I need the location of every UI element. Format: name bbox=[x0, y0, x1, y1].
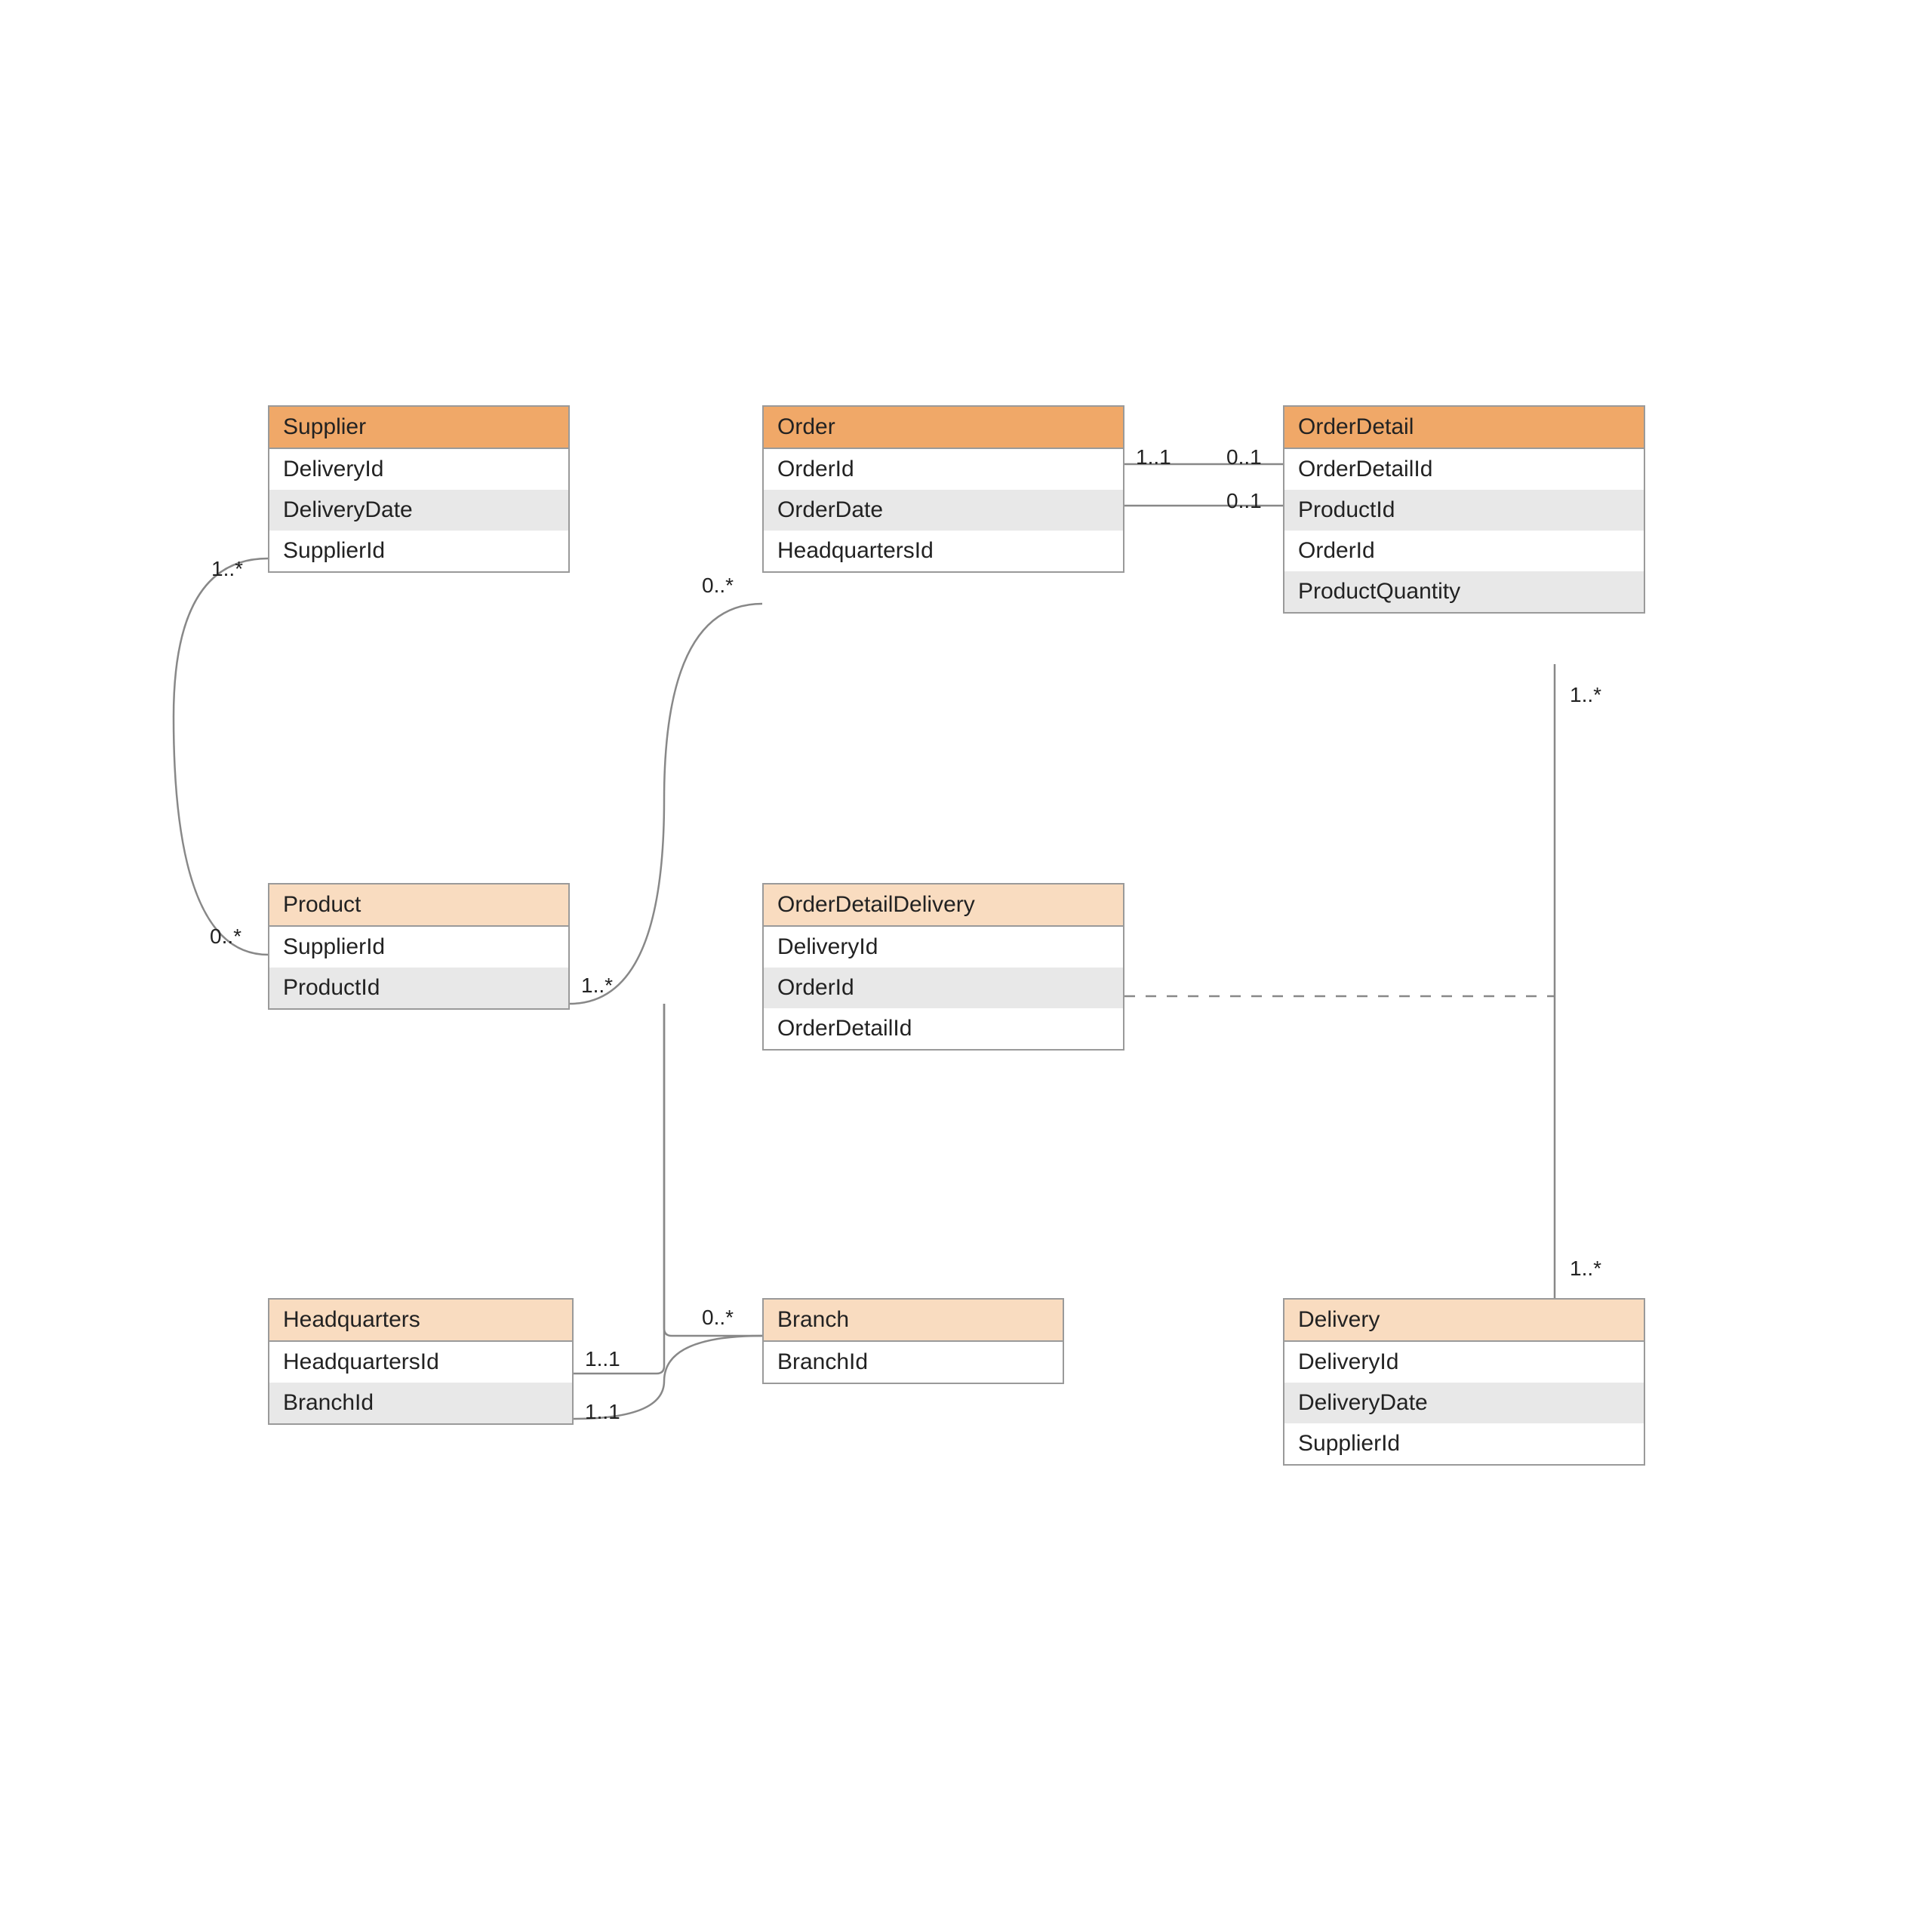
multiplicity-label: 1..* bbox=[1570, 683, 1601, 707]
multiplicity-label: 1..* bbox=[581, 974, 613, 998]
multiplicity-label: 1..* bbox=[1570, 1257, 1601, 1281]
entity-orderdetail: OrderDetail OrderDetailId ProductId Orde… bbox=[1283, 405, 1645, 614]
entity-attr: DeliveryId bbox=[1284, 1342, 1644, 1383]
entity-attr: OrderDetailId bbox=[764, 1008, 1123, 1049]
entity-attr: DeliveryDate bbox=[269, 490, 568, 531]
entity-attr: OrderId bbox=[764, 449, 1123, 490]
entity-attr: OrderId bbox=[764, 968, 1123, 1008]
entity-title: Order bbox=[764, 407, 1123, 449]
entity-attr: OrderId bbox=[1284, 531, 1644, 571]
entity-attr: OrderDate bbox=[764, 490, 1123, 531]
entity-attr: DeliveryId bbox=[269, 449, 568, 490]
entity-attr: SupplierId bbox=[1284, 1423, 1644, 1464]
entity-attr: BranchId bbox=[764, 1342, 1063, 1383]
entity-supplier: Supplier DeliveryId DeliveryDate Supplie… bbox=[268, 405, 570, 573]
entity-attr: HeadquartersId bbox=[269, 1342, 572, 1383]
entity-title: Delivery bbox=[1284, 1300, 1644, 1342]
entity-title: Headquarters bbox=[269, 1300, 572, 1342]
multiplicity-label: 0..1 bbox=[1226, 489, 1262, 513]
entity-attr: BranchId bbox=[269, 1383, 572, 1423]
entity-orderdetaildelivery: OrderDetailDelivery DeliveryId OrderId O… bbox=[762, 883, 1124, 1051]
er-diagram: Supplier DeliveryId DeliveryDate Supplie… bbox=[0, 0, 1932, 1932]
entity-title: Supplier bbox=[269, 407, 568, 449]
multiplicity-label: 0..* bbox=[210, 924, 242, 949]
multiplicity-label: 1..* bbox=[211, 557, 243, 581]
entity-attr: HeadquartersId bbox=[764, 531, 1123, 571]
entity-attr: ProductQuantity bbox=[1284, 571, 1644, 612]
entity-title: Branch bbox=[764, 1300, 1063, 1342]
entity-attr: OrderDetailId bbox=[1284, 449, 1644, 490]
entity-attr: DeliveryDate bbox=[1284, 1383, 1644, 1423]
entity-delivery: Delivery DeliveryId DeliveryDate Supplie… bbox=[1283, 1298, 1645, 1466]
entity-order: Order OrderId OrderDate HeadquartersId bbox=[762, 405, 1124, 573]
entity-attr: ProductId bbox=[1284, 490, 1644, 531]
entity-attr: ProductId bbox=[269, 968, 568, 1008]
entity-attr: DeliveryId bbox=[764, 927, 1123, 968]
entity-title: OrderDetail bbox=[1284, 407, 1644, 449]
entity-branch: Branch BranchId bbox=[762, 1298, 1064, 1384]
entity-title: OrderDetailDelivery bbox=[764, 884, 1123, 927]
multiplicity-label: 0..1 bbox=[1226, 445, 1262, 469]
multiplicity-label: 0..* bbox=[702, 574, 734, 598]
entity-attr: SupplierId bbox=[269, 927, 568, 968]
entity-title: Product bbox=[269, 884, 568, 927]
multiplicity-label: 1..1 bbox=[585, 1400, 620, 1424]
multiplicity-label: 1..1 bbox=[585, 1347, 620, 1371]
entity-attr: SupplierId bbox=[269, 531, 568, 571]
multiplicity-label: 1..1 bbox=[1136, 445, 1171, 469]
multiplicity-label: 0..* bbox=[702, 1306, 734, 1330]
entity-headquarters: Headquarters HeadquartersId BranchId bbox=[268, 1298, 574, 1425]
entity-product: Product SupplierId ProductId bbox=[268, 883, 570, 1010]
